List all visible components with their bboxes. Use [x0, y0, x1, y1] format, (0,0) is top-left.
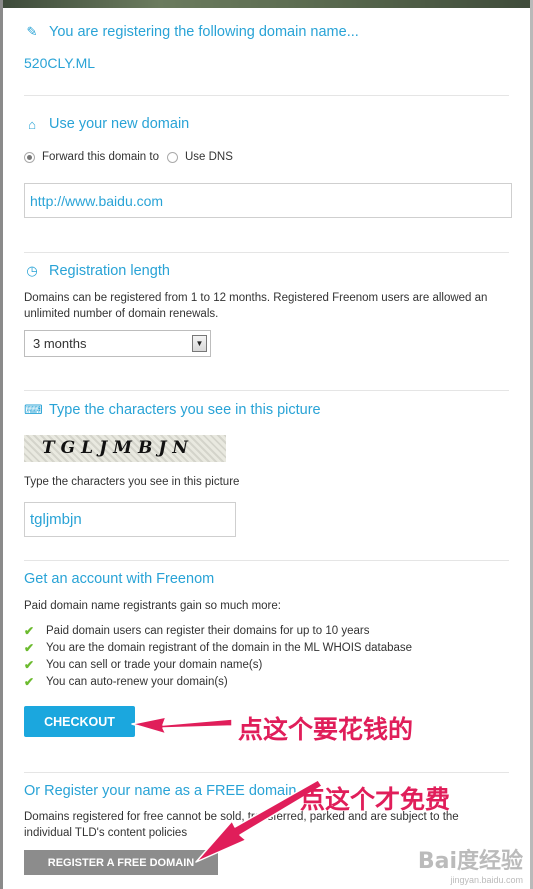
free-annotation: 点这个才免费 — [300, 785, 451, 814]
checkout-annotation: 点这个要花钱的 — [238, 715, 414, 744]
annotation-arrows — [131, 716, 323, 863]
arrow-to-checkout — [131, 716, 233, 735]
watermark-logo: Bai度经验 — [417, 849, 523, 874]
watermark-url: jingyan.baidu.com — [450, 875, 523, 885]
watermark: Bai度经验 jingyan.baidu.com — [418, 843, 523, 885]
